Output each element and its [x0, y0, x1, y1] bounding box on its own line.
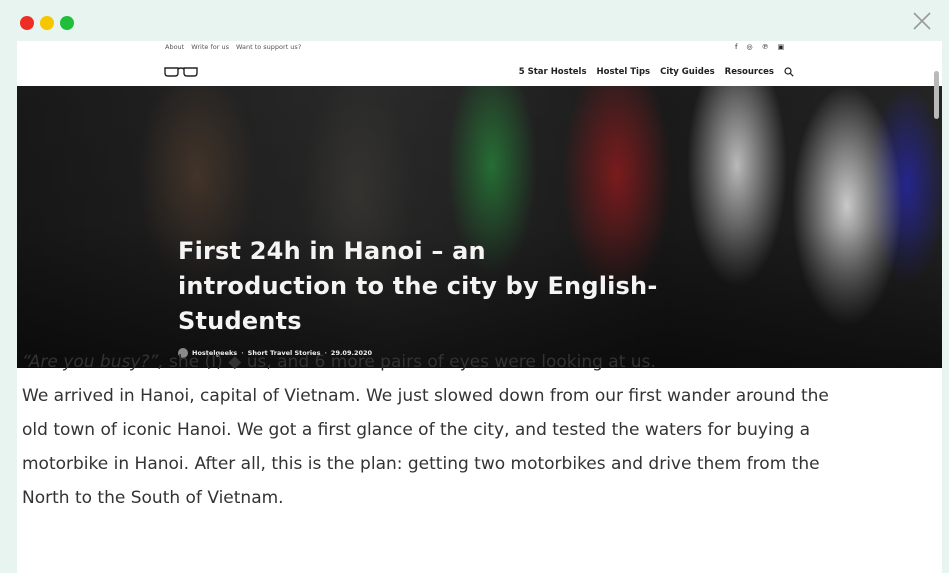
glasses-logo-icon[interactable]: [164, 66, 198, 77]
close-window-button[interactable]: [20, 16, 34, 30]
about-link[interactable]: About: [165, 43, 184, 51]
article-body: “Are you busy?”, she (I) ◆ us, and 6 mor…: [22, 345, 912, 515]
top-utility-bar: About Write for us Want to support us? f…: [17, 41, 942, 57]
pinterest-icon[interactable]: ℗: [762, 43, 769, 51]
youtube-icon[interactable]: ▣: [778, 43, 785, 51]
article-paragraph: We arrived in Hanoi, capital of Vietnam.…: [22, 379, 912, 515]
nav-item-resources[interactable]: Resources: [725, 67, 774, 77]
body-line: North to the South of Vietnam.: [22, 488, 284, 508]
article-paragraph: “Are you busy?”, she (I) ◆ us, and 6 mor…: [22, 345, 912, 379]
maximize-window-button[interactable]: [60, 16, 74, 30]
window-controls: [20, 16, 74, 30]
scrollbar-thumb[interactable]: [934, 71, 939, 119]
facebook-icon[interactable]: f: [735, 43, 737, 51]
quote-continuation: she (I) ◆ us, and 6 more pairs of eyes w…: [163, 352, 656, 372]
close-icon[interactable]: [911, 10, 933, 32]
quote-text: “Are you busy?”,: [22, 352, 164, 372]
nav-item-5-star-hostels[interactable]: 5 Star Hostels: [519, 67, 587, 77]
hero-banner: First 24h in Hanoi – an introduction to …: [17, 86, 942, 368]
social-links: f ◎ ℗ ▣: [735, 43, 784, 51]
main-navigation: 5 Star Hostels Hostel Tips City Guides R…: [17, 57, 942, 86]
instagram-icon[interactable]: ◎: [746, 43, 752, 51]
support-us-link[interactable]: Want to support us?: [236, 43, 301, 51]
top-links: About Write for us Want to support us?: [165, 43, 301, 51]
nav-menu: 5 Star Hostels Hostel Tips City Guides R…: [519, 67, 794, 77]
body-line: old town of iconic Hanoi. We got a first…: [22, 420, 811, 440]
body-line: We arrived in Hanoi, capital of Vietnam.…: [22, 386, 829, 406]
body-line: motorbike in Hanoi. After all, this is t…: [22, 454, 820, 474]
article-title: First 24h in Hanoi – an introduction to …: [178, 237, 658, 335]
minimize-window-button[interactable]: [40, 16, 54, 30]
search-icon[interactable]: [784, 67, 794, 77]
nav-item-city-guides[interactable]: City Guides: [660, 67, 715, 77]
nav-item-hostel-tips[interactable]: Hostel Tips: [597, 67, 651, 77]
write-for-us-link[interactable]: Write for us: [191, 43, 229, 51]
